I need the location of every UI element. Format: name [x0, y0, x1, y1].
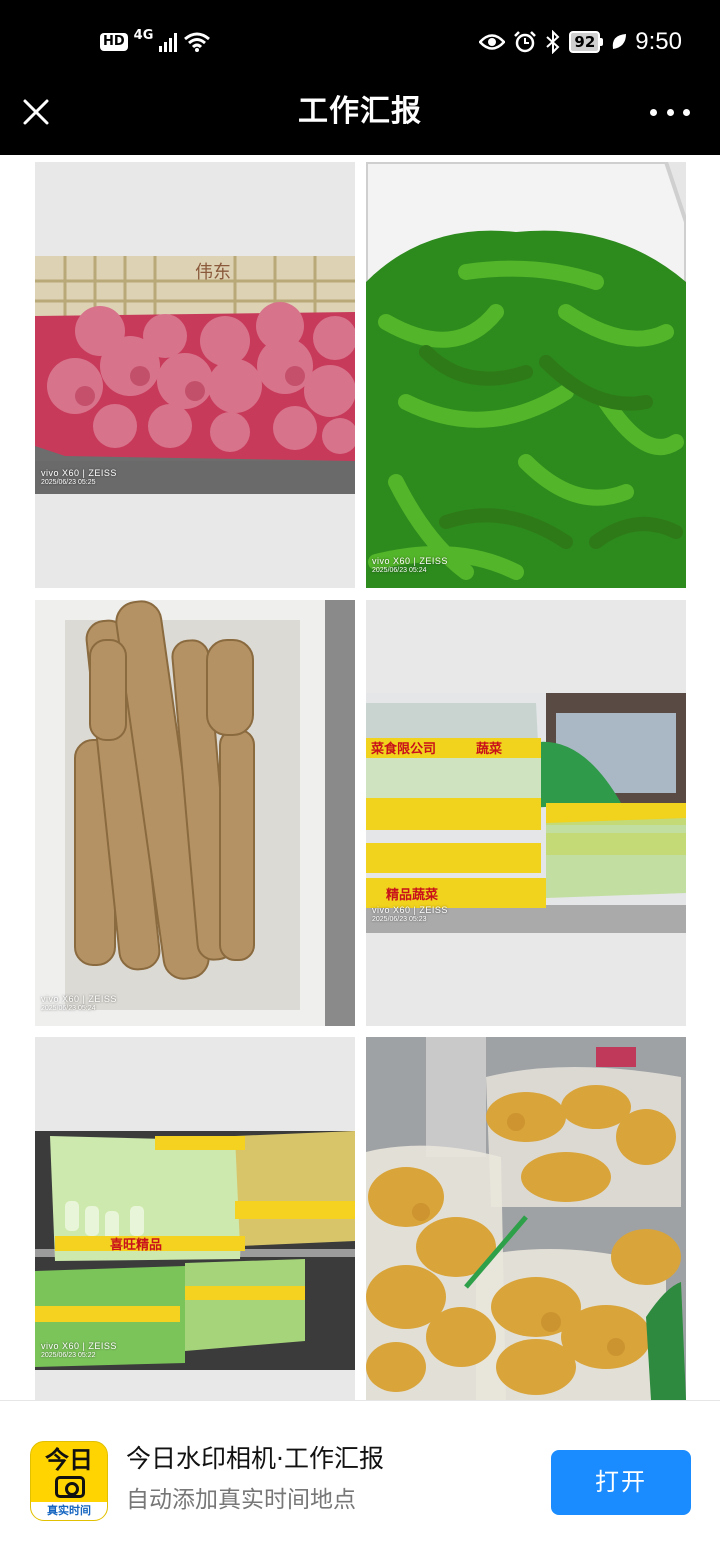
green-peppers-image [366, 162, 686, 588]
network-type: 4G [133, 27, 154, 43]
photo-watermark: vivo X60 | ZEISS 2025/06/23 05:22 [41, 1341, 117, 1359]
ginger-image [366, 1037, 686, 1400]
app-name: 今日水印相机·工作汇报 [126, 1444, 384, 1473]
app-icon[interactable]: 今日 真实时间 [30, 1441, 108, 1521]
app-description: 自动添加真实时间地点 [126, 1487, 356, 1513]
crate-brand-text: 伟东 [195, 262, 231, 283]
onions-image: 伟东 [35, 256, 355, 494]
bag-print-text: 菜食限公司 [370, 741, 436, 757]
clock: 9:50 [635, 28, 682, 55]
photo-ginger[interactable] [366, 1037, 686, 1400]
bag-print-text: 蔬菜 [476, 741, 502, 757]
photo-watermark: vivo X60 | ZEISS 2025/06/23 05:24 [372, 556, 448, 574]
photo-watermark: vivo X60 | ZEISS 2025/06/23 05:23 [372, 905, 448, 923]
bag-print-text: 精品蔬菜 [386, 887, 438, 903]
lettuce-image: 喜旺精品 [35, 1131, 355, 1370]
status-bar: HD 4G 92 9:50 [0, 0, 720, 84]
alarm-icon [514, 31, 537, 53]
photo-watermark: vivo X60 | ZEISS 2025/06/23 05:24 [41, 994, 117, 1012]
hd-badge: HD [100, 33, 128, 51]
wifi-icon [184, 32, 211, 52]
yams-image [35, 600, 355, 1026]
bluetooth-icon [546, 30, 560, 54]
app-icon-bottom-text: 真实时间 [31, 1502, 107, 1520]
eye-icon [479, 34, 506, 50]
photo-green-peppers[interactable]: vivo X60 | ZEISS 2025/06/23 05:24 [366, 162, 686, 588]
napa-cabbage-image: 菜食限公司 蔬菜 精品蔬菜 [366, 693, 686, 933]
photo-grid: 伟东 vivo X60 | ZEISS 2025/06/23 05:25 viv… [0, 155, 720, 1400]
open-button[interactable]: 打开 [551, 1450, 691, 1515]
photo-napa-cabbage[interactable]: 菜食限公司 蔬菜 精品蔬菜 vivo X60 | ZEISS 2025/06/2… [366, 600, 686, 1026]
page-title: 工作汇报 [298, 94, 422, 129]
battery-icon: 92 [569, 31, 604, 53]
status-left: HD 4G [100, 26, 211, 58]
leaf-icon [613, 34, 627, 49]
app-icon-top-text: 今日 [45, 1446, 93, 1474]
status-right: 92 9:50 [479, 24, 682, 60]
bag-print-text: 喜旺精品 [110, 1237, 162, 1253]
photo-yams[interactable]: vivo X60 | ZEISS 2025/06/23 05:24 [35, 600, 355, 1026]
more-button[interactable] [650, 98, 690, 126]
photo-lettuce[interactable]: 喜旺精品 vivo X60 | ZEISS 2025/06/23 05:22 [35, 1037, 355, 1400]
app-banner[interactable]: 今日 真实时间 今日水印相机·工作汇报 自动添加真实时间地点 打开 [0, 1400, 720, 1560]
title-bar: 工作汇报 [0, 84, 720, 155]
signal-icon [159, 32, 178, 52]
camera-icon [55, 1476, 85, 1498]
photo-watermark: vivo X60 | ZEISS 2025/06/23 05:25 [41, 468, 117, 486]
battery-level: 92 [569, 31, 601, 53]
photo-onions[interactable]: 伟东 vivo X60 | ZEISS 2025/06/23 05:25 [35, 162, 355, 588]
